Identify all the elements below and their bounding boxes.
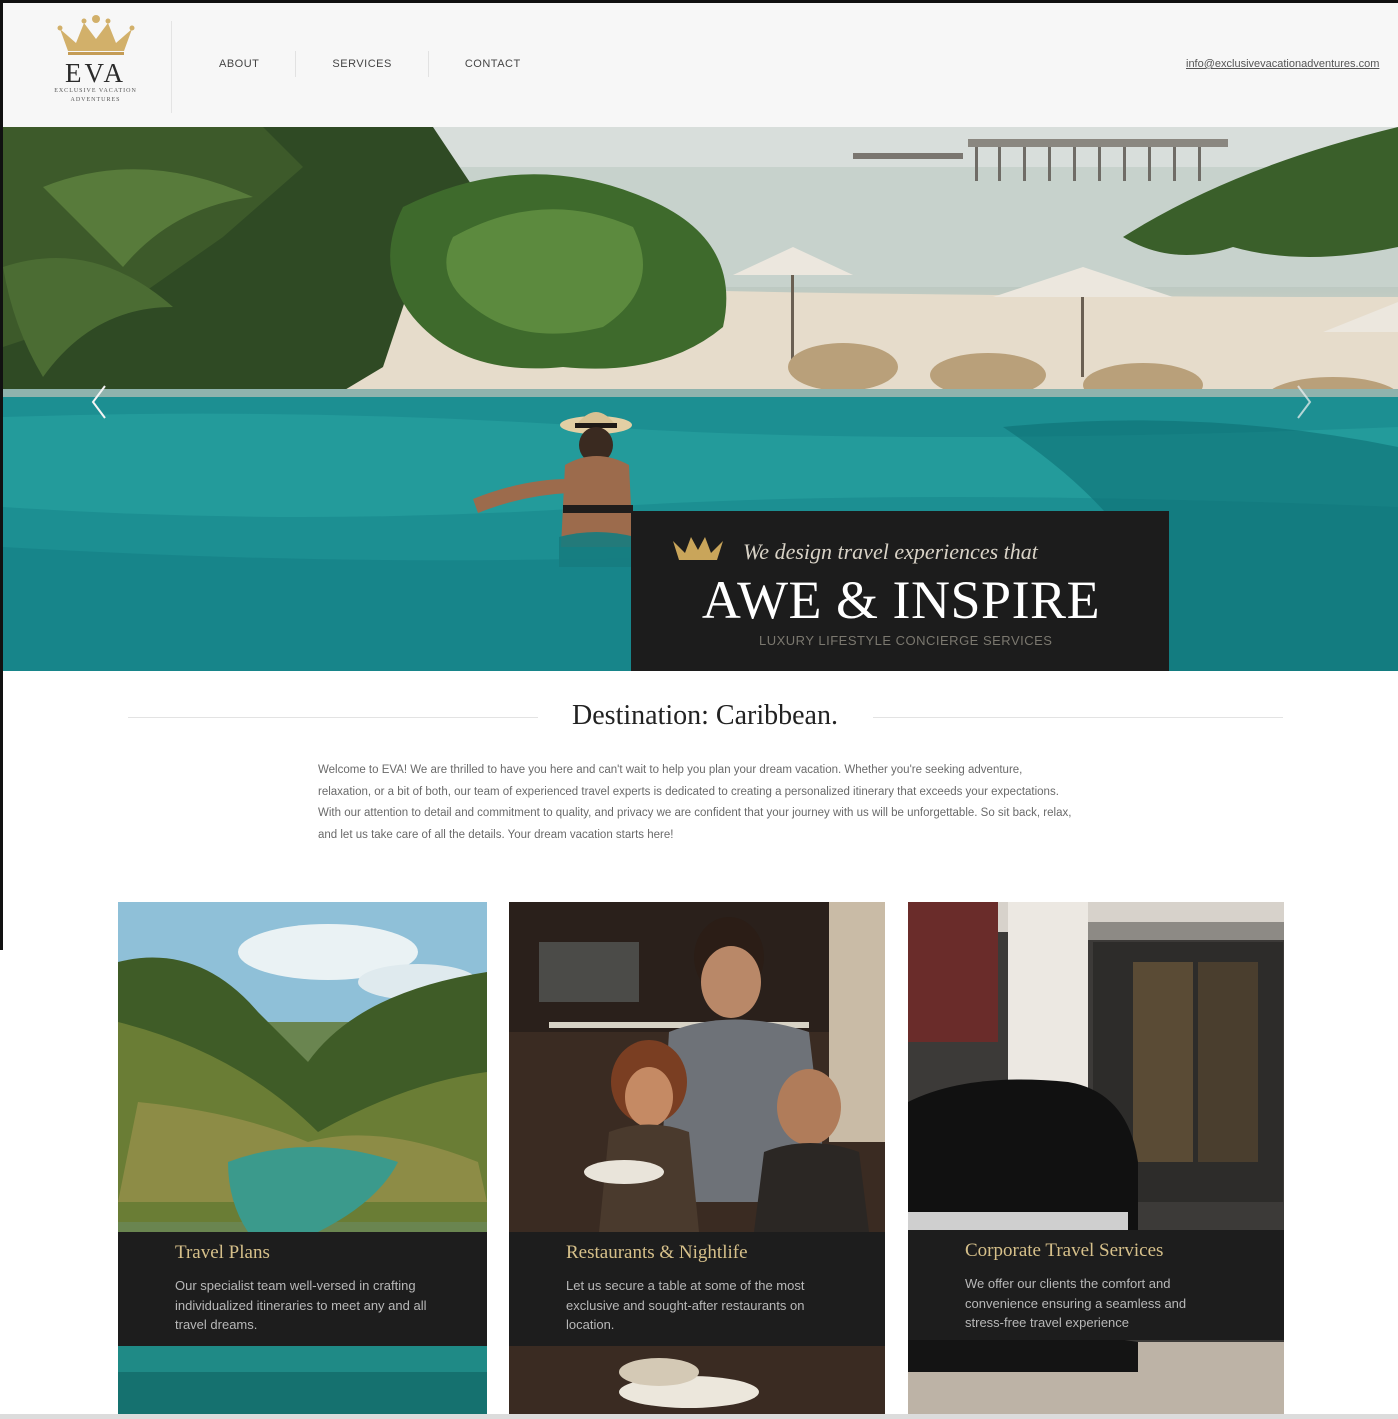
nav-item-services[interactable]: SERVICES	[296, 58, 427, 70]
brand-name: EVA	[64, 58, 126, 88]
title-rule-right	[873, 717, 1283, 718]
header-email-link[interactable]: info@exclusivevacationadventures.com	[1186, 58, 1379, 70]
card-title: Restaurants & Nightlife	[566, 1242, 748, 1263]
card-image-luxury-car	[908, 902, 1284, 1419]
crown-icon	[57, 15, 134, 55]
chevron-left-icon[interactable]	[85, 382, 115, 422]
hero-slider: We design travel experiences that AWE & …	[3, 127, 1398, 671]
brand-tagline-line2: ADVENTURES	[70, 97, 121, 103]
main-nav: ABOUT SERVICES CONTACT	[183, 51, 557, 77]
card-description: Let us secure a table at some of the mos…	[566, 1278, 805, 1332]
service-card-restaurants-nightlife[interactable]: Restaurants & Nightlife Let us secure a …	[509, 902, 885, 1419]
hero-tagline: We design travel experiences that	[743, 539, 1038, 564]
card-title: Travel Plans	[175, 1242, 270, 1263]
intro-paragraph: Welcome to EVA! We are thrilled to have …	[318, 764, 1072, 841]
brand-tagline-line1: EXCLUSIVE VACATION	[54, 88, 137, 94]
hero-title: AWE & INSPIRE	[701, 570, 1101, 630]
card-caption: Restaurants & Nightlife Let us secure a …	[509, 1232, 885, 1346]
crown-icon	[673, 537, 723, 560]
page-bottom-edge	[0, 1414, 1398, 1419]
header-divider	[171, 21, 172, 113]
service-card-travel-plans[interactable]: Travel Plans Our specialist team well-ve…	[118, 902, 487, 1419]
hero-banner: We design travel experiences that AWE & …	[631, 511, 1169, 671]
card-caption: Corporate Travel Services We offer our c…	[908, 1230, 1284, 1340]
brand-logo[interactable]: EVA EXCLUSIVE VACATION ADVENTURES	[33, 13, 158, 121]
card-title: Corporate Travel Services	[965, 1240, 1164, 1261]
title-rule-left	[128, 717, 538, 718]
destination-title: Destination: Caribbean.	[572, 700, 838, 731]
card-description: We offer our clients the comfort and con…	[965, 1276, 1187, 1330]
nav-item-contact[interactable]: CONTACT	[429, 58, 557, 70]
card-caption: Travel Plans Our specialist team well-ve…	[118, 1232, 487, 1346]
site-header: EVA EXCLUSIVE VACATION ADVENTURES ABOUT …	[3, 3, 1398, 127]
service-card-corporate-travel[interactable]: Corporate Travel Services We offer our c…	[908, 902, 1284, 1419]
hero-subtitle: LUXURY LIFESTYLE CONCIERGE SERVICES	[759, 633, 1053, 648]
chevron-right-icon[interactable]	[1288, 382, 1318, 422]
card-description: Our specialist team well-versed in craft…	[175, 1278, 427, 1332]
nav-item-about[interactable]: ABOUT	[183, 58, 295, 70]
